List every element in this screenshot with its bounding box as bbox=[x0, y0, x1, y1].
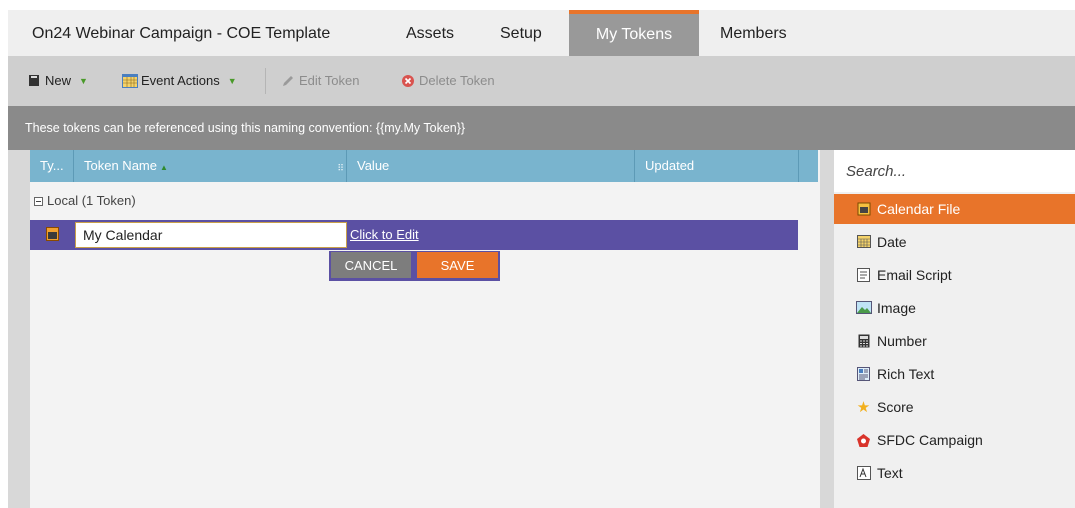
token-type-label: Calendar File bbox=[877, 201, 961, 217]
tab-campaign-name[interactable]: On24 Webinar Campaign - COE Template bbox=[32, 10, 330, 56]
event-actions-button[interactable]: Event Actions ▼ bbox=[122, 56, 237, 106]
calendar-file-icon bbox=[46, 227, 59, 241]
column-type[interactable]: Ty... bbox=[30, 150, 74, 182]
calendar-icon bbox=[122, 73, 138, 89]
sfdc-campaign-icon bbox=[856, 433, 871, 448]
token-type-label: Email Script bbox=[877, 267, 952, 283]
token-type-rich-text[interactable]: Rich Text bbox=[834, 359, 1075, 389]
token-type-email-script[interactable]: Email Script bbox=[834, 260, 1075, 290]
score-icon: ★ bbox=[856, 398, 871, 416]
token-type-date[interactable]: Date bbox=[834, 227, 1075, 257]
token-type-label: Image bbox=[877, 300, 916, 316]
token-type-label: Date bbox=[877, 234, 907, 250]
edit-actions: CANCEL SAVE bbox=[329, 251, 500, 281]
collapse-icon[interactable] bbox=[34, 196, 43, 206]
token-type-score[interactable]: ★ Score bbox=[834, 392, 1075, 422]
column-updated[interactable]: Updated bbox=[635, 150, 799, 182]
grid-header: Ty... Token Name ▲ ⠿ Value Updated bbox=[30, 150, 818, 182]
token-type-label: Text bbox=[877, 465, 903, 481]
text-icon bbox=[856, 465, 871, 481]
pencil-icon bbox=[280, 74, 295, 89]
tab-assets[interactable]: Assets bbox=[406, 10, 454, 56]
delete-token-button[interactable]: Delete Token bbox=[400, 56, 495, 106]
token-type-label: Score bbox=[877, 399, 914, 415]
token-type-label: Number bbox=[877, 333, 927, 349]
right-gutter bbox=[820, 150, 834, 508]
token-name-input[interactable] bbox=[75, 222, 347, 248]
new-button[interactable]: New ▼ bbox=[26, 56, 88, 106]
column-resize-icon[interactable]: ⠿ bbox=[337, 152, 344, 184]
rich-text-icon bbox=[856, 366, 871, 382]
email-script-icon bbox=[856, 267, 871, 283]
calendar-file-icon bbox=[856, 202, 871, 217]
delete-token-label: Delete Token bbox=[419, 73, 495, 88]
top-tab-bar: On24 Webinar Campaign - COE Template Ass… bbox=[8, 10, 1075, 56]
token-type-number[interactable]: Number bbox=[834, 326, 1075, 356]
tab-members[interactable]: Members bbox=[720, 10, 787, 56]
edit-token-label: Edit Token bbox=[299, 73, 360, 88]
group-local[interactable]: Local (1 Token) bbox=[30, 186, 136, 216]
toolbar-divider bbox=[265, 68, 266, 94]
tab-my-tokens[interactable]: My Tokens bbox=[569, 10, 699, 56]
token-type-calendar-file[interactable]: Calendar File bbox=[834, 194, 1075, 224]
table-row[interactable]: Click to Edit bbox=[30, 220, 798, 250]
edit-token-button[interactable]: Edit Token bbox=[280, 56, 359, 106]
tab-setup[interactable]: Setup bbox=[500, 10, 542, 56]
click-to-edit-link[interactable]: Click to Edit bbox=[350, 220, 419, 250]
dropdown-arrow-icon: ▼ bbox=[227, 76, 237, 86]
date-icon bbox=[856, 234, 871, 250]
token-type-sfdc-campaign[interactable]: SFDC Campaign bbox=[834, 425, 1075, 455]
token-type-panel: Calendar File Date Email Script Image Nu… bbox=[834, 150, 1075, 508]
left-gutter bbox=[8, 150, 30, 508]
dropdown-arrow-icon: ▼ bbox=[79, 76, 88, 86]
token-type-image[interactable]: Image bbox=[834, 293, 1075, 323]
delete-icon bbox=[400, 74, 415, 89]
toolbar: New ▼ Event Actions ▼ Edit Token Delete … bbox=[8, 56, 1075, 106]
token-type-label: Rich Text bbox=[877, 366, 935, 382]
column-token-name-label: Token Name bbox=[84, 158, 157, 173]
event-actions-label: Event Actions bbox=[141, 73, 220, 88]
number-icon bbox=[856, 334, 871, 349]
naming-convention-info: These tokens can be referenced using thi… bbox=[8, 106, 1075, 150]
search-input[interactable] bbox=[834, 150, 1075, 192]
new-document-icon bbox=[26, 74, 41, 89]
sort-ascending-icon: ▲ bbox=[159, 163, 168, 172]
token-grid: Ty... Token Name ▲ ⠿ Value Updated Local … bbox=[30, 150, 820, 508]
column-token-name[interactable]: Token Name ▲ ⠿ bbox=[74, 150, 347, 182]
column-value[interactable]: Value bbox=[347, 150, 635, 182]
save-button[interactable]: SAVE bbox=[417, 252, 498, 278]
cancel-button[interactable]: CANCEL bbox=[331, 252, 411, 278]
token-type-label: SFDC Campaign bbox=[877, 432, 983, 448]
group-label: Local (1 Token) bbox=[47, 193, 136, 208]
image-icon bbox=[856, 300, 872, 316]
token-type-text[interactable]: Text bbox=[834, 458, 1075, 488]
new-button-label: New bbox=[45, 73, 72, 88]
